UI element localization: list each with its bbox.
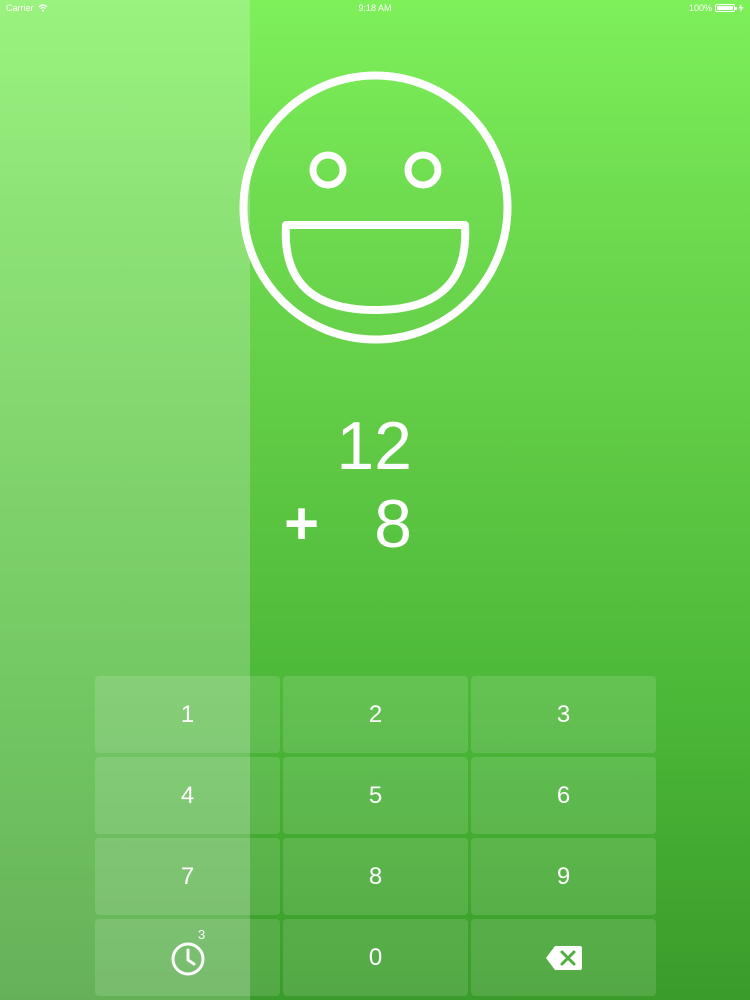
battery-icon <box>715 4 737 12</box>
key-1[interactable]: 1 <box>95 676 280 753</box>
timer-count-badge: 3 <box>198 927 206 942</box>
key-9[interactable]: 9 <box>471 838 656 915</box>
charging-bolt-icon <box>738 4 744 12</box>
key-3[interactable]: 3 <box>471 676 656 753</box>
key-6[interactable]: 6 <box>471 757 656 834</box>
battery-fill <box>717 6 733 10</box>
math-problem: 12 + 8 <box>270 405 420 565</box>
number-keypad: 1 2 3 4 5 6 7 8 9 3 0 <box>95 676 656 996</box>
key-0[interactable]: 0 <box>283 919 468 996</box>
battery-percent: 100% <box>688 3 712 13</box>
smiley-face-icon <box>239 71 512 344</box>
timer-button[interactable]: 3 <box>95 919 280 996</box>
key-2[interactable]: 2 <box>283 676 468 753</box>
key-4[interactable]: 4 <box>95 757 280 834</box>
delete-button[interactable] <box>471 919 656 996</box>
backspace-icon <box>545 945 582 970</box>
key-7[interactable]: 7 <box>95 838 280 915</box>
status-bar: Carrier 9:18 AM 100% <box>0 0 750 16</box>
key-5[interactable]: 5 <box>283 757 468 834</box>
status-time: 9:18 AM <box>358 3 392 13</box>
top-operand: 12 <box>336 408 412 484</box>
timer-icon <box>171 942 204 975</box>
status-right: 100% <box>689 0 744 16</box>
bottom-operand: 8 <box>374 486 412 562</box>
operator-sign: + <box>284 490 320 557</box>
key-8[interactable]: 8 <box>283 838 468 915</box>
